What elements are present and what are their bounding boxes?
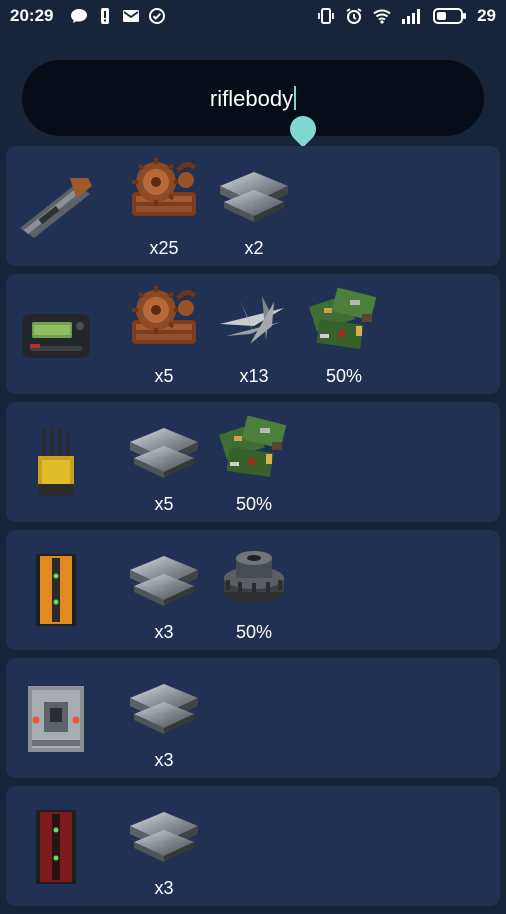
ingredient: x13 bbox=[214, 278, 294, 390]
ingredient: 50% bbox=[214, 534, 294, 646]
search-input[interactable]: riflebody bbox=[22, 60, 484, 136]
check-circle-icon bbox=[149, 8, 165, 24]
metal-fragments-icon bbox=[214, 150, 294, 230]
ingredient-amount: x3 bbox=[154, 750, 174, 770]
ingredient: 50% bbox=[304, 278, 384, 390]
ingredient-amount: x3 bbox=[154, 622, 174, 642]
ingredient-amount: x5 bbox=[154, 494, 174, 514]
ingredient: x5 bbox=[124, 278, 204, 390]
metal-fragments-icon bbox=[124, 534, 204, 614]
ingredient-amount: x3 bbox=[154, 878, 174, 898]
ingredient-amount: x25 bbox=[149, 238, 179, 258]
ingredient-amount: 50% bbox=[235, 494, 273, 514]
signal-icon bbox=[402, 9, 421, 24]
alarm-icon bbox=[346, 8, 362, 24]
ingredient: x2 bbox=[214, 150, 294, 262]
recipe-row[interactable]: x5 50% bbox=[6, 402, 500, 522]
metal-blades-icon bbox=[214, 278, 294, 358]
ingredient-amount: x2 bbox=[244, 238, 264, 258]
ingredient-amount: 50% bbox=[235, 622, 273, 642]
pager-icon bbox=[16, 294, 96, 374]
rifle-body-icon bbox=[16, 166, 96, 246]
tech-trash-icon bbox=[214, 406, 294, 486]
ingredient: 50% bbox=[214, 406, 294, 518]
ingredient: x25 bbox=[124, 150, 204, 262]
recipe-row[interactable]: x5 x13 50% bbox=[6, 274, 500, 394]
recipe-row[interactable]: x3 bbox=[6, 658, 500, 778]
recipe-row[interactable]: x3 50% bbox=[6, 530, 500, 650]
recipe-row[interactable]: x3 bbox=[6, 786, 500, 906]
mail-icon bbox=[123, 10, 139, 22]
ingredient-amount: 50% bbox=[325, 366, 363, 386]
scrap-gears-icon bbox=[124, 150, 204, 230]
vibrate-icon bbox=[318, 8, 334, 24]
battery-level: 29 bbox=[477, 6, 496, 25]
metal-box-icon bbox=[16, 678, 96, 758]
wifi-icon bbox=[373, 9, 391, 24]
ingredient: x5 bbox=[124, 406, 204, 518]
ingredient: x3 bbox=[124, 534, 204, 646]
ingredient-amount: x5 bbox=[154, 366, 174, 386]
alert-icon bbox=[101, 8, 109, 24]
scrap-gears-icon bbox=[124, 278, 204, 358]
gears-icon bbox=[214, 534, 294, 614]
chat-icon bbox=[71, 9, 87, 23]
metal-fragments-icon bbox=[124, 790, 204, 870]
metal-fragments-icon bbox=[124, 662, 204, 742]
rf-broadcaster-icon bbox=[16, 422, 96, 502]
tech-trash-icon bbox=[304, 278, 384, 358]
recipe-row[interactable]: x25 x2 bbox=[6, 146, 500, 266]
text-cursor bbox=[294, 86, 297, 110]
status-time: 20:29 bbox=[10, 6, 54, 25]
ingredient: x3 bbox=[124, 790, 204, 902]
ingredient: x3 bbox=[124, 662, 204, 774]
red-door-icon bbox=[16, 806, 96, 886]
status-bar: 20:29 29 bbox=[0, 0, 506, 34]
search-value: riflebody bbox=[209, 86, 294, 111]
recipe-list: x25 x2 x5 x13 50% x5 50% x3 50% x3 x3 bbox=[6, 146, 500, 914]
ingredient-amount: x13 bbox=[239, 366, 269, 386]
orange-door-icon bbox=[16, 550, 96, 630]
battery-icon bbox=[433, 8, 467, 24]
metal-fragments-icon bbox=[124, 406, 204, 486]
